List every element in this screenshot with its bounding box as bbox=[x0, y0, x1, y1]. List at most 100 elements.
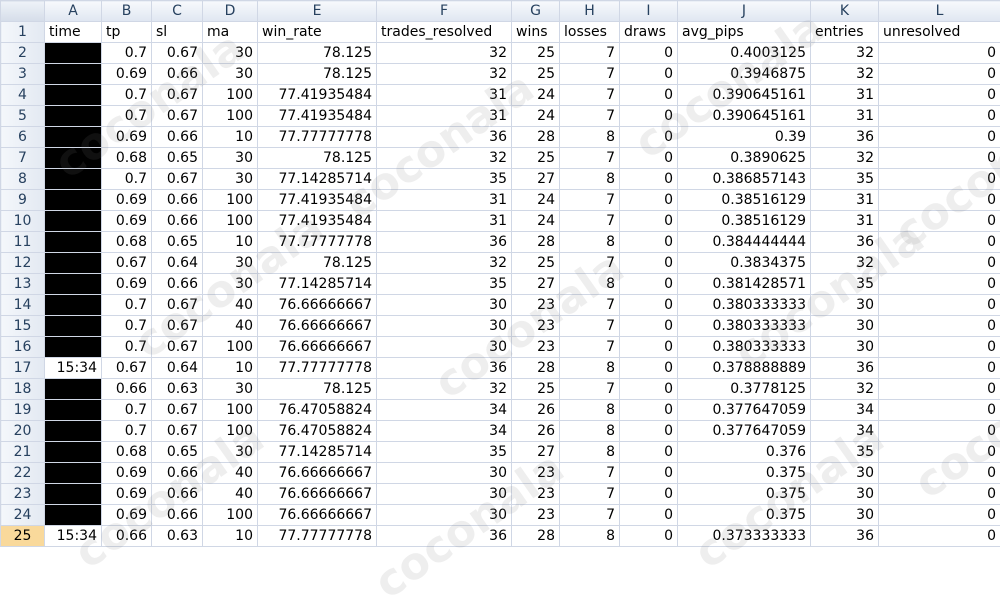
cell-ma[interactable]: 100 bbox=[203, 400, 258, 421]
cell-draws[interactable]: 0 bbox=[620, 211, 678, 232]
cell-sl[interactable]: 0.66 bbox=[152, 127, 203, 148]
cell-win-rate[interactable]: 77.41935484 bbox=[258, 211, 377, 232]
cell-ma[interactable]: 100 bbox=[203, 190, 258, 211]
cell-ma[interactable]: 100 bbox=[203, 337, 258, 358]
cell-losses[interactable]: 8 bbox=[560, 400, 620, 421]
cell-ma[interactable]: 30 bbox=[203, 148, 258, 169]
cell-trades-resolved[interactable]: 30 bbox=[377, 484, 512, 505]
cell-sl[interactable]: 0.67 bbox=[152, 421, 203, 442]
cell-entries[interactable]: 35 bbox=[811, 442, 879, 463]
cell-tp[interactable]: 0.7 bbox=[102, 295, 152, 316]
cell-unresolved[interactable]: 0 bbox=[879, 295, 1000, 316]
header-cell-win-rate[interactable]: win_rate bbox=[258, 22, 377, 43]
cell-win-rate[interactable]: 76.66666667 bbox=[258, 337, 377, 358]
redacted-time-cell[interactable] bbox=[45, 106, 102, 127]
cell-losses[interactable]: 7 bbox=[560, 190, 620, 211]
redacted-time-cell[interactable] bbox=[45, 400, 102, 421]
cell-sl[interactable]: 0.66 bbox=[152, 505, 203, 526]
cell-entries[interactable]: 35 bbox=[811, 169, 879, 190]
cell-trades-resolved[interactable]: 30 bbox=[377, 316, 512, 337]
cell-losses[interactable]: 8 bbox=[560, 526, 620, 547]
cell-tp[interactable]: 0.7 bbox=[102, 169, 152, 190]
cell-ma[interactable]: 30 bbox=[203, 253, 258, 274]
cell-losses[interactable]: 7 bbox=[560, 295, 620, 316]
cell-trades-resolved[interactable]: 35 bbox=[377, 274, 512, 295]
cell-tp[interactable]: 0.68 bbox=[102, 148, 152, 169]
row-header[interactable]: 17 bbox=[1, 358, 45, 379]
cell-unresolved[interactable]: 0 bbox=[879, 211, 1000, 232]
cell-draws[interactable]: 0 bbox=[620, 148, 678, 169]
cell-unresolved[interactable]: 0 bbox=[879, 106, 1000, 127]
cell-unresolved[interactable]: 0 bbox=[879, 316, 1000, 337]
cell-ma[interactable]: 100 bbox=[203, 211, 258, 232]
cell-entries[interactable]: 31 bbox=[811, 211, 879, 232]
cell-losses[interactable]: 8 bbox=[560, 442, 620, 463]
cell-wins[interactable]: 25 bbox=[512, 148, 560, 169]
redacted-time-cell[interactable] bbox=[45, 274, 102, 295]
cell-entries[interactable]: 30 bbox=[811, 337, 879, 358]
redacted-time-cell[interactable] bbox=[45, 463, 102, 484]
cell-losses[interactable]: 7 bbox=[560, 64, 620, 85]
cell-trades-resolved[interactable]: 32 bbox=[377, 148, 512, 169]
cell-entries[interactable]: 34 bbox=[811, 400, 879, 421]
cell-entries[interactable]: 31 bbox=[811, 190, 879, 211]
column-header-k[interactable]: K bbox=[811, 1, 879, 22]
cell-tp[interactable]: 0.7 bbox=[102, 316, 152, 337]
row-header[interactable]: 20 bbox=[1, 421, 45, 442]
cell-win-rate[interactable]: 78.125 bbox=[258, 379, 377, 400]
cell-unresolved[interactable]: 0 bbox=[879, 421, 1000, 442]
header-cell-time[interactable]: time bbox=[45, 22, 102, 43]
cell-win-rate[interactable]: 76.47058824 bbox=[258, 421, 377, 442]
cell-win-rate[interactable]: 76.66666667 bbox=[258, 316, 377, 337]
cell-draws[interactable]: 0 bbox=[620, 379, 678, 400]
cell-avg-pips[interactable]: 0.375 bbox=[678, 484, 811, 505]
cell-trades-resolved[interactable]: 31 bbox=[377, 190, 512, 211]
cell-trades-resolved[interactable]: 35 bbox=[377, 169, 512, 190]
cell-sl[interactable]: 0.64 bbox=[152, 253, 203, 274]
cell-trades-resolved[interactable]: 30 bbox=[377, 295, 512, 316]
cell-losses[interactable]: 8 bbox=[560, 127, 620, 148]
cell-wins[interactable]: 28 bbox=[512, 232, 560, 253]
cell-avg-pips[interactable]: 0.381428571 bbox=[678, 274, 811, 295]
row-header[interactable]: 19 bbox=[1, 400, 45, 421]
row-header[interactable]: 7 bbox=[1, 148, 45, 169]
header-cell-avg-pips[interactable]: avg_pips bbox=[678, 22, 811, 43]
cell-sl[interactable]: 0.64 bbox=[152, 358, 203, 379]
cell-wins[interactable]: 24 bbox=[512, 211, 560, 232]
cell-win-rate[interactable]: 77.77777778 bbox=[258, 358, 377, 379]
cell-ma[interactable]: 30 bbox=[203, 64, 258, 85]
cell-trades-resolved[interactable]: 36 bbox=[377, 358, 512, 379]
cell-wins[interactable]: 23 bbox=[512, 316, 560, 337]
cell-trades-resolved[interactable]: 32 bbox=[377, 379, 512, 400]
cell-trades-resolved[interactable]: 34 bbox=[377, 421, 512, 442]
cell-avg-pips[interactable]: 0.3778125 bbox=[678, 379, 811, 400]
row-header[interactable]: 16 bbox=[1, 337, 45, 358]
cell-sl[interactable]: 0.66 bbox=[152, 274, 203, 295]
cell-losses[interactable]: 7 bbox=[560, 253, 620, 274]
cell-avg-pips[interactable]: 0.3834375 bbox=[678, 253, 811, 274]
cell-draws[interactable]: 0 bbox=[620, 232, 678, 253]
cell-draws[interactable]: 0 bbox=[620, 253, 678, 274]
cell-trades-resolved[interactable]: 32 bbox=[377, 64, 512, 85]
cell-win-rate[interactable]: 77.77777778 bbox=[258, 127, 377, 148]
cell-draws[interactable]: 0 bbox=[620, 337, 678, 358]
cell-trades-resolved[interactable]: 36 bbox=[377, 127, 512, 148]
column-header-c[interactable]: C bbox=[152, 1, 203, 22]
row-header[interactable]: 15 bbox=[1, 316, 45, 337]
header-cell-unresolved[interactable]: unresolved bbox=[879, 22, 1000, 43]
cell-wins[interactable]: 27 bbox=[512, 442, 560, 463]
cell-ma[interactable]: 100 bbox=[203, 421, 258, 442]
cell-win-rate[interactable]: 76.66666667 bbox=[258, 484, 377, 505]
cell-win-rate[interactable]: 77.14285714 bbox=[258, 274, 377, 295]
cell-wins[interactable]: 26 bbox=[512, 400, 560, 421]
cell-entries[interactable]: 31 bbox=[811, 85, 879, 106]
cell-trades-resolved[interactable]: 31 bbox=[377, 85, 512, 106]
cell-draws[interactable]: 0 bbox=[620, 526, 678, 547]
cell-win-rate[interactable]: 78.125 bbox=[258, 43, 377, 64]
cell-unresolved[interactable]: 0 bbox=[879, 169, 1000, 190]
cell-sl[interactable]: 0.65 bbox=[152, 232, 203, 253]
header-cell-trades-resolved[interactable]: trades_resolved bbox=[377, 22, 512, 43]
cell-losses[interactable]: 7 bbox=[560, 43, 620, 64]
cell-tp[interactable]: 0.7 bbox=[102, 400, 152, 421]
redacted-time-cell[interactable] bbox=[45, 484, 102, 505]
